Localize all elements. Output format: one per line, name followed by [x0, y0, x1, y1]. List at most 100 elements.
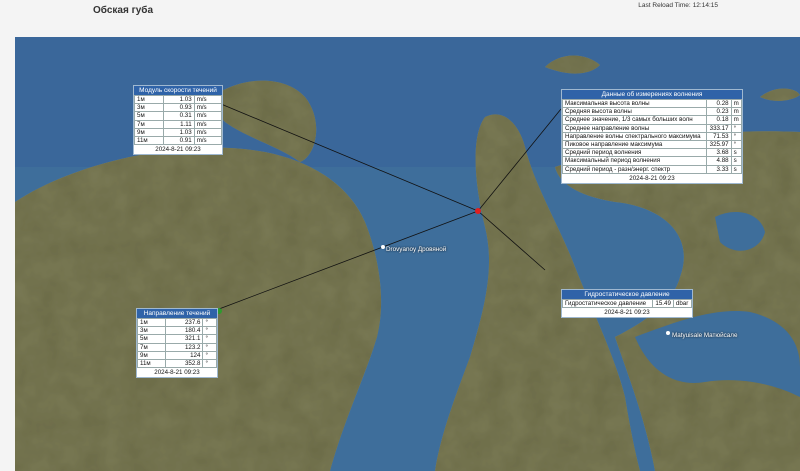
- table-row: 5м 321.1 °: [136, 334, 217, 344]
- table-row: 11м 352.8 °: [136, 359, 217, 369]
- unit-cell: °: [202, 326, 217, 336]
- param-cell: Направление волны спектрального максимум…: [561, 131, 708, 142]
- current-direction-table: 1м 237.6 ° 3м 180.4 ° 5м 321.1 ° 7м 123.2 ° 9м 12…: [136, 317, 217, 369]
- unit-cell: m/s: [193, 119, 223, 129]
- depth-cell: 9м: [136, 350, 167, 361]
- param-cell: Среднее направление волны: [561, 123, 708, 133]
- last-reload-time: Last Reload Time: 12:14:15: [636, 2, 718, 9]
- table-row: 5м 0.31 m/s: [134, 111, 223, 121]
- value-cell: 123.2: [165, 342, 204, 352]
- page-header: Обская губа Last Reload Time: 12:14:15: [0, 0, 800, 28]
- table-row: 11м 0.91 m/s: [134, 136, 223, 146]
- table-row: Пиковое направление максимума 325.97 °: [561, 140, 743, 150]
- param-cell: Пиковое направление максимума: [561, 140, 708, 150]
- value-cell: 71.53: [706, 131, 732, 142]
- value-cell: 3.68: [706, 148, 732, 158]
- unit-cell: m/s: [193, 103, 223, 113]
- value-cell: 4.88: [706, 156, 732, 166]
- value-cell: 325.97: [706, 140, 732, 150]
- unit-cell: m: [730, 107, 743, 117]
- table-row: Средний период волнения 3.68 s: [561, 148, 743, 158]
- value-cell: 1.03: [162, 127, 195, 138]
- table-row: Гидростатическое давление 15.49 dbar: [562, 298, 693, 309]
- reload-label: Last Reload Time:: [638, 2, 691, 9]
- table-row: 9м 124 °: [136, 350, 217, 361]
- depth-cell: 5м: [136, 334, 167, 344]
- value-cell: 0.18: [706, 115, 732, 125]
- unit-cell: °: [730, 131, 743, 142]
- table-row: Средняя высота волны 0.23 m: [561, 107, 743, 117]
- value-cell: 0.28: [706, 98, 732, 109]
- depth-cell: 11м: [136, 359, 167, 369]
- unit-cell: m/s: [193, 136, 223, 146]
- value-cell: 1.03: [162, 94, 195, 105]
- pressure-table: Гидростатическое давление 15.49 dbar: [562, 298, 693, 309]
- panel-title: Направление течений: [137, 309, 217, 318]
- value-cell: 3.33: [706, 164, 732, 174]
- value-cell: 352.8: [165, 359, 204, 369]
- table-row: Максимальный период волнения 4.88 s: [561, 156, 743, 166]
- waves-panel: Данные об измерениях волнения Максимальн…: [561, 89, 743, 184]
- value-cell: 0.91: [162, 136, 195, 146]
- unit-cell: °: [202, 334, 217, 344]
- panel-title: Данные об измерениях волнения: [562, 90, 742, 99]
- depth-cell: 3м: [136, 326, 167, 336]
- panel-title: Модуль скорости течений: [134, 86, 222, 95]
- station-marker[interactable]: [475, 208, 481, 214]
- panel-timestamp: 2024-8-21 09:23: [154, 369, 200, 377]
- depth-cell: 7м: [136, 342, 167, 352]
- depth-cell: 1м: [134, 94, 164, 105]
- current-direction-panel: Направление течений 1м 237.6 ° 3м 180.4 ° 5м…: [136, 308, 218, 379]
- value-cell: 333.17: [706, 123, 732, 133]
- value-cell: 0.23: [706, 107, 732, 117]
- panel-timestamp: 2024-8-21 09:23: [629, 174, 675, 182]
- unit-cell: s: [730, 164, 743, 174]
- param-cell: Гидростатическое давление: [562, 298, 653, 309]
- value-cell: 1.11: [162, 119, 195, 129]
- waves-table: Максимальная высота волны 0.28 m Средняя в…: [561, 98, 743, 174]
- table-row: 7м 1.11 m/s: [134, 119, 223, 129]
- value-cell: 124: [165, 350, 204, 361]
- current-speed-panel: Модуль скорости течений 1м 1.03 m/s 3м 0.93…: [133, 85, 223, 156]
- table-row: Средний период - разн/энерг. спектр 3.33 s: [561, 164, 743, 174]
- unit-cell: °: [202, 342, 217, 352]
- param-cell: Максимальная высота волны: [561, 98, 708, 109]
- depth-cell: 5м: [134, 111, 164, 121]
- pressure-panel: Гидростатическое давление Гидростатическ…: [561, 289, 693, 319]
- depth-cell: 11м: [134, 136, 164, 146]
- value-cell: 0.31: [162, 111, 195, 121]
- reload-time: 12:14:15: [692, 2, 718, 9]
- unit-cell: s: [730, 148, 743, 158]
- depth-cell: 9м: [134, 127, 164, 138]
- value-cell: 15.49: [651, 298, 674, 309]
- table-row: 7м 123.2 °: [136, 342, 217, 352]
- map-view[interactable]: Drovyanoy Дровяной Matyuisale Матюйсале …: [15, 37, 800, 471]
- unit-cell: °: [730, 140, 743, 150]
- unit-cell: °: [730, 123, 743, 133]
- depth-cell: 7м: [134, 119, 164, 129]
- value-cell: 180.4: [165, 326, 204, 336]
- table-row: 9м 1.03 m/s: [134, 127, 223, 138]
- param-cell: Средняя высота волны: [561, 107, 708, 117]
- unit-cell: °: [202, 317, 217, 328]
- param-cell: Средний период волнения: [561, 148, 708, 158]
- unit-cell: m/s: [193, 111, 223, 121]
- table-row: Среднее значение, 1/3 самых больших волн…: [561, 115, 743, 125]
- table-row: 1м 1.03 m/s: [134, 94, 223, 105]
- table-row: 3м 180.4 °: [136, 326, 217, 336]
- param-cell: Среднее значение, 1/3 самых больших волн: [561, 115, 708, 125]
- place-marker-matyuisale: [666, 331, 670, 335]
- panel-timestamp: 2024-8-21 09:23: [155, 146, 201, 154]
- panel-title: Гидростатическое давление: [562, 290, 692, 299]
- unit-cell: °: [202, 350, 217, 361]
- value-cell: 321.1: [165, 334, 204, 344]
- current-speed-table: 1м 1.03 m/s 3м 0.93 m/s 5м 0.31 m/s 7м 1.11 m/s …: [134, 94, 223, 146]
- table-row: 1м 237.6 °: [136, 317, 217, 328]
- unit-cell: °: [202, 359, 217, 369]
- value-cell: 0.93: [162, 103, 195, 113]
- unit-cell: m/s: [193, 127, 223, 138]
- place-label-matyuisale: Matyuisale Матюйсале: [672, 332, 738, 339]
- value-cell: 237.6: [165, 317, 204, 328]
- place-label-drovyanoy: Drovyanoy Дровяной: [386, 246, 447, 253]
- place-marker-drovyanoy: [381, 245, 385, 249]
